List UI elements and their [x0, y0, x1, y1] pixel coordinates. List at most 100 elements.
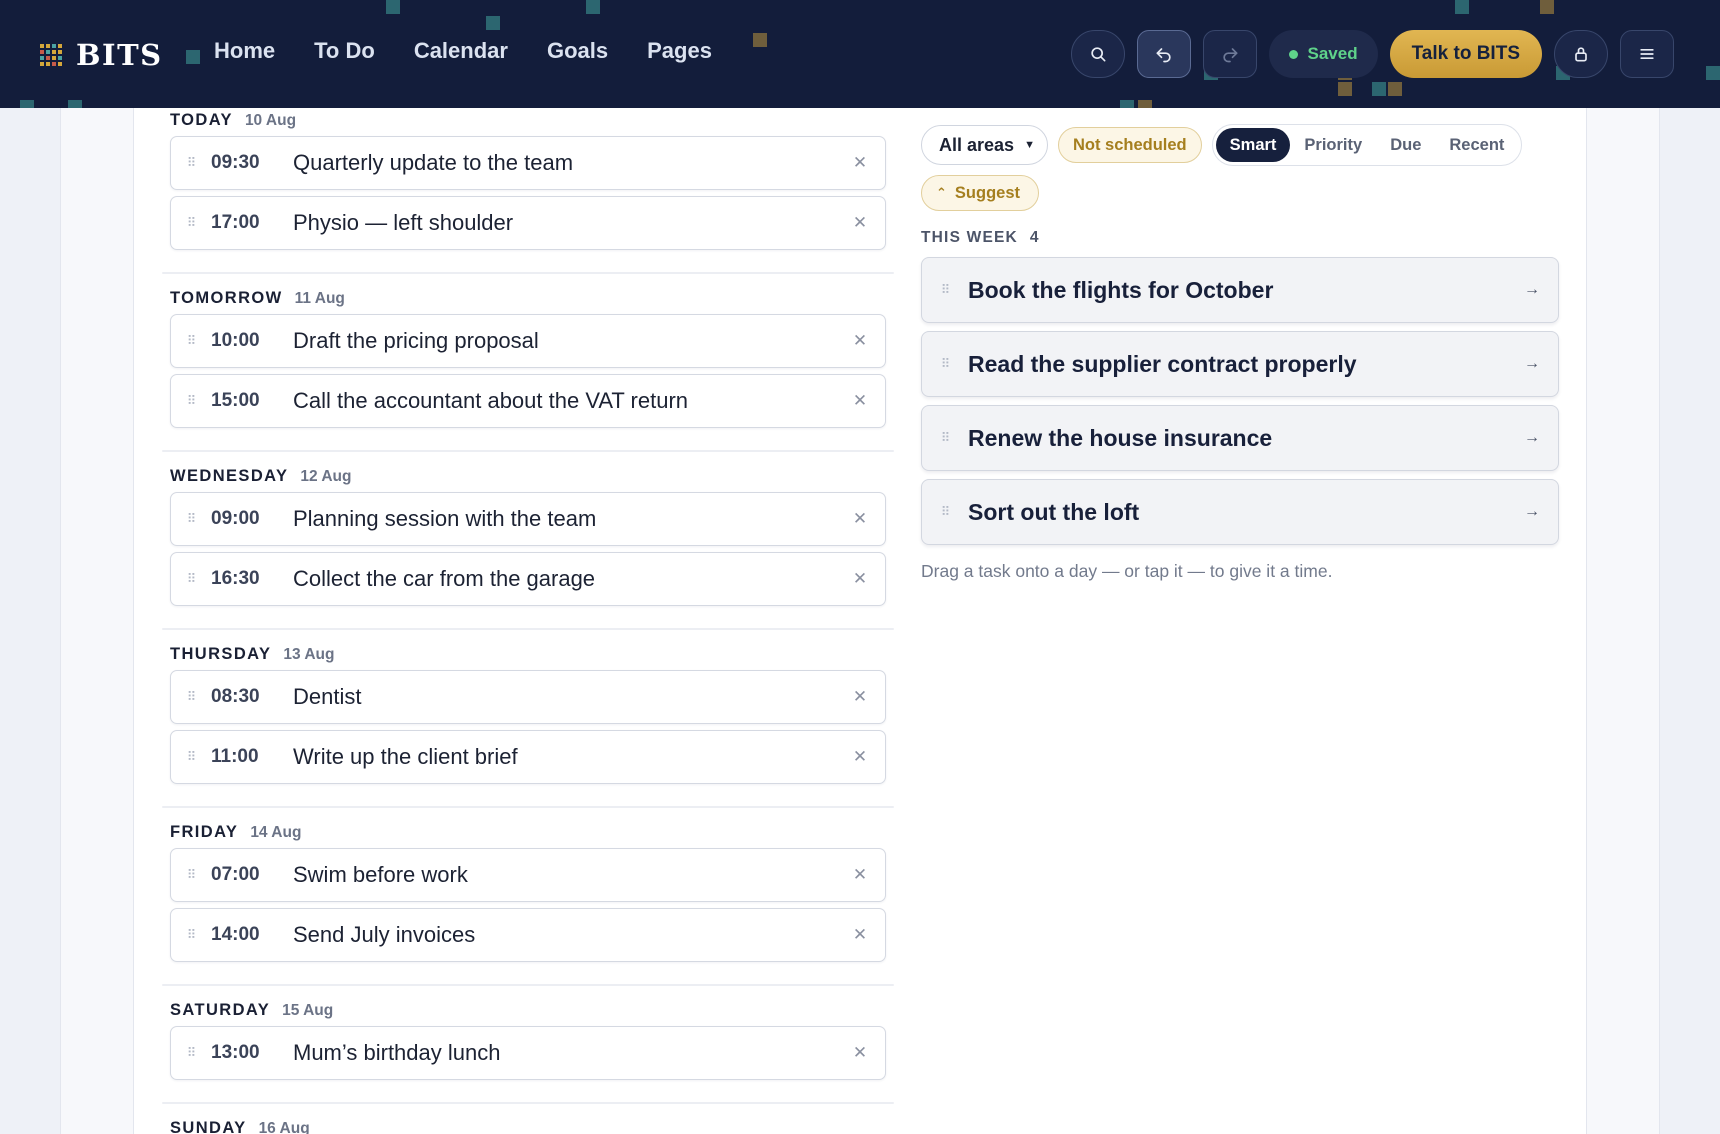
close-icon[interactable]: ✕ [835, 1043, 885, 1063]
drag-handle-icon[interactable]: ⠿ [171, 689, 211, 705]
sort-option-due[interactable]: Due [1376, 128, 1435, 162]
suggest-label: Suggest [954, 183, 1020, 202]
week-task-card[interactable]: ⠿ Renew the house insurance → [921, 405, 1559, 471]
decor-pixel [586, 0, 600, 14]
this-week-list: ⠿ Book the flights for October → ⠿ Read … [921, 257, 1559, 545]
decor-pixel [1540, 0, 1554, 14]
not-scheduled-chip[interactable]: Not scheduled [1057, 127, 1202, 163]
drag-handle-icon[interactable]: ⠿ [171, 333, 211, 349]
scheduled-item[interactable]: ⠿ 15:00 Call the accountant about the VA… [170, 374, 886, 428]
scheduled-item[interactable]: ⠿ 17:00 Physio — left shoulder ✕ [170, 196, 886, 250]
decor-pixel [68, 100, 82, 108]
close-icon[interactable]: ✕ [835, 569, 885, 589]
day-name: FRIDAY [170, 823, 239, 841]
scheduled-item[interactable]: ⠿ 09:30 Quarterly update to the team ✕ [170, 136, 886, 190]
item-time: 10:00 [211, 330, 260, 351]
arrow-right-icon[interactable]: → [1506, 503, 1558, 521]
week-task-card[interactable]: ⠿ Read the supplier contract properly → [921, 331, 1559, 397]
item-title: Call the accountant about the VAT return [293, 388, 689, 413]
close-icon[interactable]: ✕ [835, 153, 885, 173]
drag-handle-icon[interactable]: ⠿ [171, 1045, 211, 1061]
redo-button[interactable] [1202, 30, 1257, 78]
item-time: 15:00 [211, 390, 260, 411]
close-icon[interactable]: ✕ [835, 747, 885, 767]
item-title: Mum’s birthday lunch [293, 1040, 501, 1065]
sort-option-priority[interactable]: Priority [1290, 128, 1376, 162]
close-icon[interactable]: ✕ [835, 925, 885, 945]
search-button[interactable] [1070, 30, 1125, 78]
drag-handle-icon[interactable]: ⠿ [171, 215, 211, 231]
lock-button[interactable] [1554, 30, 1608, 78]
week-task-card[interactable]: ⠿ Book the flights for October → [921, 257, 1559, 323]
scheduled-item[interactable]: ⠿ 07:00 Swim before work ✕ [170, 848, 886, 902]
saved-status: Saved [1268, 30, 1378, 78]
drag-handle-icon[interactable]: ⠿ [171, 867, 211, 883]
drag-handle-icon[interactable]: ⠿ [171, 155, 211, 171]
week-schedule: TODAY 10 Aug ⠿ 09:30 Quarterly update to… [162, 96, 894, 1134]
nav-goals[interactable]: Goals [547, 38, 608, 64]
week-task-title: Book the flights for October [968, 276, 1274, 303]
item-title: Write up the client brief [293, 744, 518, 769]
nav-todo[interactable]: To Do [314, 38, 375, 64]
item-time: 11:00 [211, 746, 259, 767]
talk-to-bits-button[interactable]: Talk to BITS [1389, 30, 1542, 78]
drag-handle-icon[interactable]: ⠿ [922, 504, 968, 520]
drag-handle-icon[interactable]: ⠿ [922, 356, 968, 372]
nav-home[interactable]: Home [214, 38, 275, 64]
item-title: Swim before work [293, 862, 468, 887]
this-week-label: THIS WEEK [921, 229, 1018, 246]
brand-logo[interactable]: BITS [40, 38, 163, 72]
item-time: 07:00 [211, 864, 260, 885]
nav-calendar[interactable]: Calendar [414, 38, 508, 64]
this-week-header: THIS WEEK 4 [921, 229, 1559, 247]
drag-handle-icon[interactable]: ⠿ [171, 511, 211, 527]
scheduled-item[interactable]: ⠿ 11:00 Write up the client brief ✕ [170, 730, 886, 784]
area-select[interactable]: All areas ▼ [921, 125, 1048, 165]
day-header: THURSDAY 13 Aug [170, 630, 886, 670]
drag-handle-icon[interactable]: ⠿ [171, 571, 211, 587]
scheduled-item[interactable]: ⠿ 08:30 Dentist ✕ [170, 670, 886, 724]
close-icon[interactable]: ✕ [835, 687, 885, 707]
drag-handle-icon[interactable]: ⠿ [922, 430, 968, 446]
scheduled-item[interactable]: ⠿ 09:00 Planning session with the team ✕ [170, 492, 886, 546]
drag-handle-icon[interactable]: ⠿ [171, 749, 211, 765]
menu-button[interactable] [1620, 30, 1674, 78]
week-task-title: Read the supplier contract properly [968, 350, 1357, 377]
decor-pixel [753, 33, 767, 47]
nav-pages[interactable]: Pages [647, 38, 712, 64]
close-icon[interactable]: ✕ [835, 509, 885, 529]
day-group: THURSDAY 13 Aug ⠿ 08:30 Dentist ✕ ⠿ 11:0… [162, 630, 894, 808]
day-name: SATURDAY [170, 1001, 271, 1019]
scheduled-item[interactable]: ⠿ 10:00 Draft the pricing proposal ✕ [170, 314, 886, 368]
close-icon[interactable]: ✕ [835, 213, 885, 233]
week-task-card[interactable]: ⠿ Sort out the loft → [921, 479, 1559, 545]
day-date: 14 Aug [250, 824, 302, 841]
item-time: 08:30 [211, 686, 260, 707]
undo-button[interactable] [1136, 30, 1191, 78]
close-icon[interactable]: ✕ [835, 331, 885, 351]
item-time: 09:30 [211, 152, 260, 173]
drag-handle-icon[interactable]: ⠿ [171, 927, 211, 943]
close-icon[interactable]: ✕ [835, 391, 885, 411]
scheduled-item[interactable]: ⠿ 13:00 Mum’s birthday lunch ✕ [170, 1026, 886, 1080]
drag-handle-icon[interactable]: ⠿ [171, 393, 211, 409]
drag-handle-icon[interactable]: ⠿ [922, 282, 968, 298]
item-title: Dentist [293, 684, 362, 709]
sort-toggle: Smart Priority Due Recent [1211, 124, 1523, 166]
week-task-title: Renew the house insurance [968, 424, 1273, 451]
scheduled-item[interactable]: ⠿ 16:30 Collect the car from the garage … [170, 552, 886, 606]
day-header: SATURDAY 15 Aug [170, 986, 886, 1026]
this-week-count: 4 [1029, 229, 1040, 246]
decor-pixel [1706, 66, 1720, 80]
arrow-right-icon[interactable]: → [1506, 355, 1558, 373]
arrow-right-icon[interactable]: → [1506, 281, 1558, 299]
sort-option-recent[interactable]: Recent [1435, 128, 1518, 162]
scheduled-item[interactable]: ⠿ 14:00 Send July invoices ✕ [170, 908, 886, 962]
status-dot [1288, 49, 1298, 59]
arrow-right-icon[interactable]: → [1506, 429, 1558, 447]
lock-icon [1575, 47, 1587, 62]
close-icon[interactable]: ✕ [835, 865, 885, 885]
day-group: WEDNESDAY 12 Aug ⠿ 09:00 Planning sessio… [162, 452, 894, 630]
sort-option-smart[interactable]: Smart [1215, 128, 1291, 162]
suggest-button[interactable]: ⌃ Suggest [921, 175, 1039, 211]
